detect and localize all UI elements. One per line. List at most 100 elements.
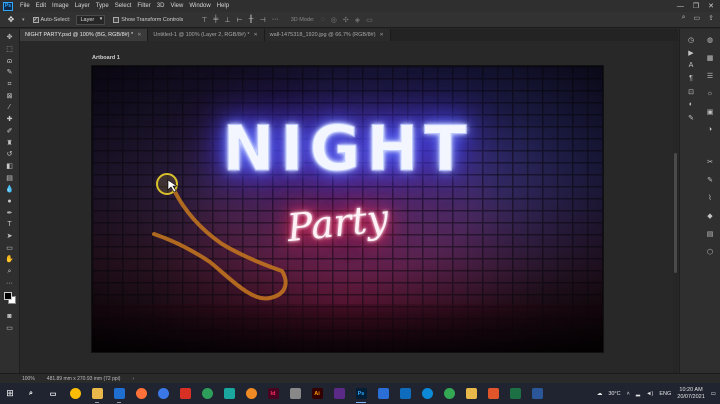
taskbar-app-photoshop[interactable]: Ps <box>350 383 372 404</box>
align-bottom-icon[interactable]: ⊥ <box>224 16 230 24</box>
taskbar-app-purple[interactable] <box>328 383 350 404</box>
artboard-label[interactable]: Artboard 1 <box>92 55 120 61</box>
taskbar-app-edge[interactable] <box>416 383 438 404</box>
menu-type[interactable]: Type <box>93 3 112 9</box>
menu-layer[interactable]: Layer <box>72 3 93 9</box>
history-brush-tool-icon[interactable]: ↺ <box>3 149 17 161</box>
taskbar-app-sheet[interactable] <box>504 383 526 404</box>
menu-filter[interactable]: Filter <box>134 3 153 9</box>
marquee-tool-icon[interactable]: ⬚ <box>3 44 17 56</box>
lasso-tool-icon[interactable]: ɷ <box>3 55 17 67</box>
minimize-button[interactable]: — <box>677 3 684 10</box>
paths-panel-icon[interactable]: ⌇ <box>703 191 717 204</box>
brushes-panel-icon[interactable]: ✎ <box>703 173 717 186</box>
taskbar-app-chrome[interactable] <box>64 383 86 404</box>
taskbar-app-mail[interactable] <box>394 383 416 404</box>
properties-panel-icon[interactable]: ▣ <box>703 105 717 118</box>
search-icon[interactable]: ⌕ <box>20 383 42 404</box>
menu-help[interactable]: Help <box>214 3 232 9</box>
weather-icon[interactable]: ☁ <box>597 391 603 397</box>
swatches-panel-icon[interactable]: ▦ <box>703 51 717 64</box>
show-transform-controls-checkbox[interactable]: Show Transform Controls <box>113 16 183 23</box>
layer-comps-panel-icon[interactable]: ▤ <box>703 227 717 240</box>
tab-untitled-1[interactable]: Untitled-1 @ 100% (Layer 2, RGB/8#) * ✕ <box>148 29 265 41</box>
pan-icon[interactable]: ✣ <box>343 16 349 24</box>
learn-panel-icon[interactable]: ☼ <box>703 87 717 100</box>
more-options-icon[interactable]: ··· <box>272 16 279 24</box>
orbit-icon[interactable]: ◌ <box>321 16 325 24</box>
notification-icon[interactable]: ▭ <box>711 391 716 397</box>
libraries-panel-icon[interactable]: ☰ <box>703 69 717 82</box>
quick-select-tool-icon[interactable]: ✎ <box>3 67 17 79</box>
eyedropper-tool-icon[interactable]: ⁄ <box>3 102 17 114</box>
crop-tool-icon[interactable]: ⌗ <box>3 79 17 91</box>
roll-icon[interactable]: ◎ <box>331 16 337 24</box>
move-tool-icon[interactable]: ✥ <box>3 32 17 44</box>
taskbar-app-explorer[interactable] <box>460 383 482 404</box>
foreground-color-swatch[interactable] <box>3 292 12 301</box>
close-button[interactable]: ✕ <box>708 2 714 10</box>
taskbar-app-red[interactable] <box>174 383 196 404</box>
taskbar-app-media[interactable] <box>482 383 504 404</box>
channels-panel-icon[interactable]: ◑ <box>703 123 717 136</box>
windows-start-icon[interactable]: ⊞ <box>0 383 20 404</box>
tab-night-party[interactable]: NIGHT PARTY.psd @ 100% (BG, RGB/8#) * ✕ <box>20 29 149 41</box>
pen-tool-icon[interactable]: ✒ <box>3 207 17 219</box>
zoom-level[interactable]: 100% <box>22 376 35 382</box>
shape-tool-icon[interactable]: ▭ <box>3 242 17 254</box>
dodge-tool-icon[interactable]: ● <box>3 196 17 208</box>
align-right-icon[interactable]: ⊣ <box>260 16 266 24</box>
temperature[interactable]: 30°C <box>608 391 620 397</box>
screen-mode-icon[interactable]: ▭ <box>3 323 17 335</box>
menu-window[interactable]: Window <box>186 3 213 9</box>
type-tool-icon[interactable]: T <box>3 219 17 231</box>
brush-tool-icon[interactable]: ✐ <box>3 126 17 138</box>
brush-settings-panel-icon[interactable]: ✎ <box>684 111 698 124</box>
character-panel-icon[interactable]: A <box>684 59 698 72</box>
layers-panel-icon[interactable]: ◆ <box>703 209 717 222</box>
taskbar-app-folder[interactable] <box>86 383 108 404</box>
adjustments-panel-icon[interactable]: ◐ <box>684 98 698 111</box>
search-icon[interactable]: ⌕ <box>682 14 686 22</box>
healing-brush-tool-icon[interactable]: ✚ <box>3 114 17 126</box>
taskbar-app-green[interactable] <box>196 383 218 404</box>
actions-panel-icon[interactable]: ▶ <box>684 46 698 59</box>
scrollbar-thumb[interactable] <box>674 153 677 273</box>
taskbar-app-blue[interactable] <box>372 383 394 404</box>
hand-tool-icon[interactable]: ✋ <box>3 254 17 266</box>
taskbar-app-indesign[interactable]: Id <box>262 383 284 404</box>
color-panel-icon[interactable]: ◍ <box>703 33 717 46</box>
artboard-canvas[interactable]: NIGHT Party <box>91 65 604 353</box>
color-swatches[interactable] <box>3 291 17 305</box>
taskbar-app-gray[interactable] <box>284 383 306 404</box>
more-tools-icon[interactable]: ··· <box>3 277 17 289</box>
taskbar-app-word[interactable] <box>526 383 548 404</box>
taskbar-app-store[interactable] <box>108 383 130 404</box>
video-camera-icon[interactable]: ▭ <box>366 16 373 24</box>
tools-panel-icon[interactable]: ✂ <box>703 155 717 168</box>
taskbar-app-chrome-2[interactable] <box>438 383 460 404</box>
paragraph-panel-icon[interactable]: ¶ <box>684 72 698 85</box>
align-middle-icon[interactable]: ╪ <box>213 16 218 24</box>
taskbar-app-firefox[interactable] <box>130 383 152 404</box>
blur-tool-icon[interactable]: 💧 <box>3 184 17 196</box>
clone-stamp-tool-icon[interactable]: ♜ <box>3 137 17 149</box>
slide-icon[interactable]: ◈ <box>355 16 360 24</box>
move-tool-preset-button[interactable]: ✥ <box>0 14 22 26</box>
close-icon[interactable]: ✕ <box>137 32 141 38</box>
menu-edit[interactable]: Edit <box>33 3 49 9</box>
gradient-tool-icon[interactable]: ▤ <box>3 172 17 184</box>
canvas-workspace[interactable]: Artboard 1 NIGHT Party <box>21 41 678 373</box>
network-icon[interactable]: ▂ <box>636 391 640 397</box>
frame-tool-icon[interactable]: ⊠ <box>3 90 17 102</box>
chevron-up-icon[interactable]: ˄ <box>627 391 630 397</box>
auto-select-checkbox[interactable]: ✓ Auto-Select: <box>32 16 70 23</box>
task-view-icon[interactable]: ▭ <box>42 383 64 404</box>
clock[interactable]: 10:20 AM 20/07/2021 <box>677 387 705 400</box>
taskbar-app-edge-legacy[interactable] <box>152 383 174 404</box>
align-top-icon[interactable]: ⊤ <box>201 16 207 24</box>
menu-image[interactable]: Image <box>49 3 72 9</box>
maximize-button[interactable]: ❐ <box>693 2 699 10</box>
3d-panel-icon[interactable]: ⬡ <box>703 245 717 258</box>
language-indicator[interactable]: ENG <box>659 391 671 397</box>
